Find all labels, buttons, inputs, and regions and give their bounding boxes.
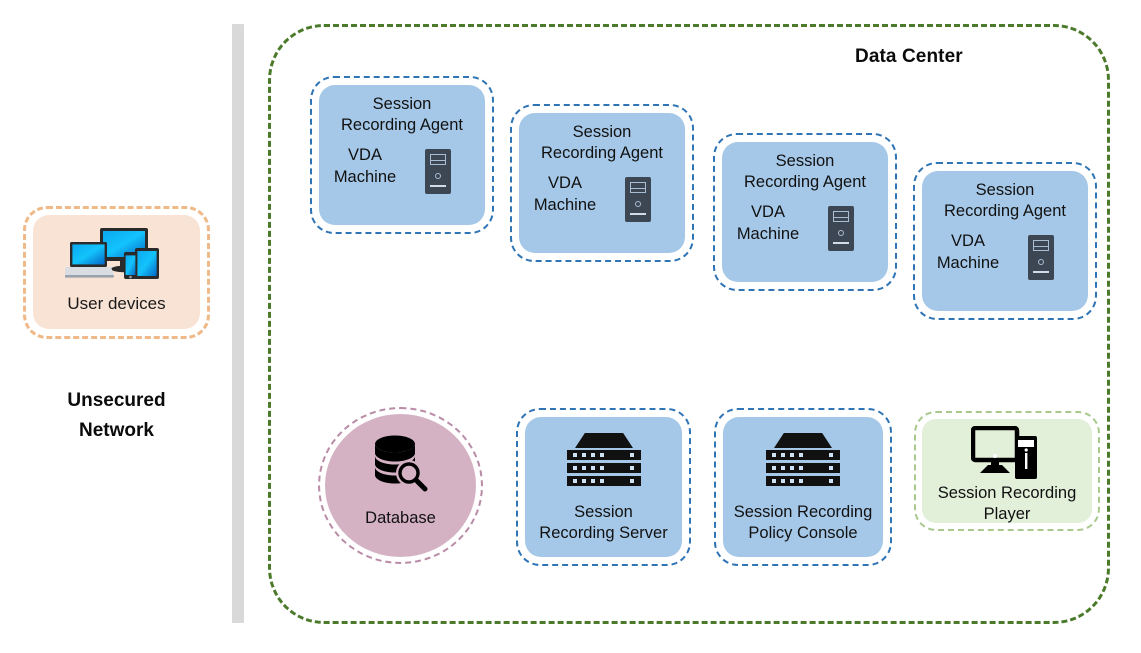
agent-line-2: Recording Agent	[340, 116, 463, 134]
agent-line-1: Session	[372, 95, 432, 113]
server-rack-icon	[766, 433, 840, 486]
vda-line-2: Machine	[333, 168, 397, 186]
agent-line-2: Recording Agent	[743, 173, 866, 191]
server-line-1: Session Recording	[733, 503, 873, 521]
agent-line-1: Session	[775, 152, 835, 170]
server-rack-icon	[567, 433, 641, 486]
agent-line-1: Session	[975, 181, 1035, 199]
vda-node-2[interactable]: Session Recording Agent VDA Machine	[510, 104, 694, 262]
player-line-1: Session Recording	[937, 484, 1077, 502]
desktop-computer-icon	[970, 425, 1043, 481]
policy-console-label: Session Recording Policy Console	[723, 502, 883, 544]
agent-line-2: Recording Agent	[540, 144, 663, 162]
vda-node-2-agent-label: Session Recording Agent	[519, 122, 685, 164]
computer-tower-icon	[828, 206, 854, 251]
vda-node-3-machine-label: VDA Machine	[722, 201, 814, 245]
database-search-icon	[368, 432, 430, 494]
vda-node-2-machine-label: VDA Machine	[519, 172, 611, 216]
vda-node-1-agent-label: Session Recording Agent	[319, 94, 485, 136]
unsecured-network-label: Unsecured Network	[15, 386, 218, 446]
server-line-2: Policy Console	[748, 524, 858, 542]
computer-tower-icon	[1028, 235, 1054, 280]
vda-node-3-agent-label: Session Recording Agent	[722, 151, 888, 193]
vda-node-4-machine-label: VDA Machine	[922, 230, 1014, 274]
vda-line-1: VDA	[548, 174, 582, 192]
vda-line-1: VDA	[751, 203, 785, 221]
session-recording-policy-console-node[interactable]: Session Recording Policy Console	[714, 408, 892, 566]
diagram-canvas: Data Center User devices Unsecured Netwo…	[0, 0, 1141, 653]
session-recording-player-label: Session Recording Player	[922, 483, 1092, 525]
vda-line-2: Machine	[736, 225, 800, 243]
session-recording-server-label: Session Recording Server	[525, 502, 682, 544]
computer-tower-icon	[425, 149, 451, 194]
devices-icon	[63, 226, 170, 288]
server-line-2: Recording Server	[539, 524, 668, 542]
unsecured-network-line2: Network	[79, 420, 154, 441]
database-label: Database	[365, 509, 436, 527]
vda-line-1: VDA	[348, 146, 382, 164]
data-center-label: Data Center	[855, 46, 963, 67]
vda-node-4[interactable]: Session Recording Agent VDA Machine	[913, 162, 1097, 320]
vda-node-1[interactable]: Session Recording Agent VDA Machine	[310, 76, 494, 234]
session-recording-server-node[interactable]: Session Recording Server	[516, 408, 691, 566]
unsecured-network-line1: Unsecured	[67, 390, 166, 411]
vda-node-4-agent-label: Session Recording Agent	[922, 180, 1088, 222]
vda-line-1: VDA	[951, 232, 985, 250]
network-divider	[232, 24, 244, 623]
vda-node-1-machine-label: VDA Machine	[319, 144, 411, 188]
agent-line-2: Recording Agent	[943, 202, 1066, 220]
computer-tower-icon	[625, 177, 651, 222]
user-devices-label: User devices	[67, 294, 166, 313]
server-line-1: Session	[574, 503, 633, 521]
agent-line-1: Session	[572, 123, 632, 141]
player-line-2: Player	[983, 505, 1031, 523]
vda-node-3[interactable]: Session Recording Agent VDA Machine	[713, 133, 897, 291]
vda-line-2: Machine	[936, 254, 1000, 272]
vda-line-2: Machine	[533, 196, 597, 214]
